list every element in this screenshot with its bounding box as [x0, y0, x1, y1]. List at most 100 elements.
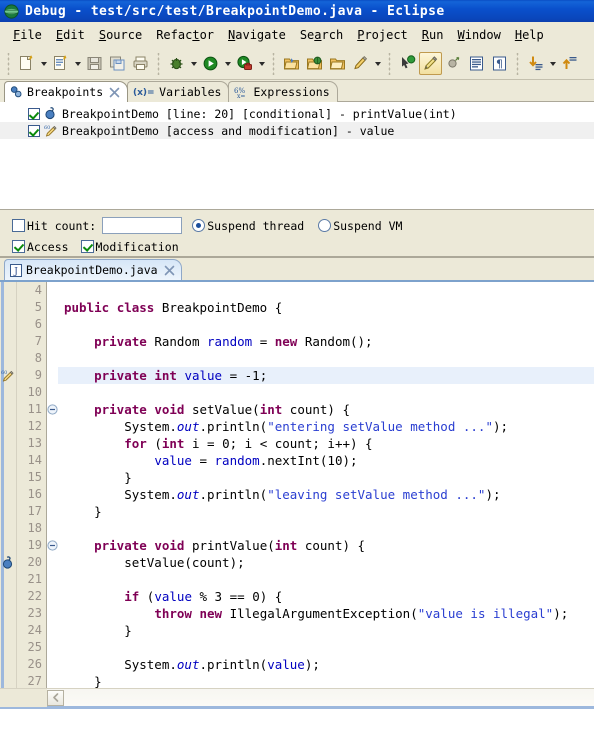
code-line[interactable]: } [58, 469, 594, 486]
tab-variables[interactable]: (x)= Variables [127, 81, 230, 102]
code-line[interactable]: private void setValue(int count) { [58, 401, 594, 418]
run-button[interactable] [199, 52, 222, 75]
watchpoint-icon[interactable]: 60 [0, 367, 16, 384]
search-dropdown[interactable] [372, 52, 383, 75]
code-line[interactable]: } [58, 503, 594, 520]
breakpoint-enabled-checkbox[interactable] [28, 124, 40, 137]
code-line[interactable]: System.out.println("leaving setValue met… [58, 486, 594, 503]
menu-item-help[interactable]: Help [508, 26, 551, 44]
toggle-mark-occurrences-button[interactable] [419, 52, 442, 75]
next-annotation-button[interactable] [396, 52, 419, 75]
code-line[interactable]: public class BreakpointDemo { [58, 299, 594, 316]
code-line[interactable] [58, 384, 594, 401]
code-line[interactable] [58, 639, 594, 656]
code-line[interactable] [58, 282, 594, 299]
menu-item-project[interactable]: Project [350, 26, 415, 44]
breakpoint-row[interactable]: BreakpointDemo [line: 20] [conditional] … [0, 105, 594, 122]
access-checkbox[interactable] [12, 240, 25, 253]
toolbar-separator [385, 52, 394, 75]
line-number: 9 [34, 368, 42, 382]
close-icon[interactable] [109, 87, 120, 98]
new-java-class-dropdown[interactable] [72, 52, 83, 75]
code-line[interactable]: private int value = -1; [58, 367, 594, 384]
new-java-class-button[interactable] [49, 52, 72, 75]
menu-item-run[interactable]: Run [415, 26, 451, 44]
code-token: = -1; [222, 368, 268, 383]
editor-horizontal-scrollbar[interactable] [0, 688, 594, 707]
editor-marker-bar[interactable]: 60 [0, 282, 17, 688]
hit-count-checkbox[interactable] [12, 219, 25, 232]
breakpoint-row[interactable]: 60 BreakpointDemo [access and modificati… [0, 122, 594, 139]
run-external-tools-button[interactable] [233, 52, 256, 75]
modification-checkbox[interactable] [80, 240, 94, 253]
menu-item-source[interactable]: Source [92, 26, 149, 44]
hit-count-input[interactable] [102, 217, 183, 234]
new-java-file-dropdown[interactable] [38, 52, 49, 75]
new-java-project-button[interactable] [280, 52, 303, 75]
code-line[interactable]: } [58, 673, 594, 688]
code-line[interactable]: private void printValue(int count) { [58, 537, 594, 554]
open-type-button[interactable] [303, 52, 326, 75]
run-external-tools-dropdown[interactable] [256, 52, 267, 75]
debug-dropdown[interactable] [188, 52, 199, 75]
scrollbar-track[interactable] [64, 689, 594, 707]
menu-item-refactor[interactable]: Refactor [149, 26, 221, 44]
menu-item-search[interactable]: Search [293, 26, 350, 44]
access-modification-row: Access Modification [12, 236, 594, 257]
menu-item-navigate[interactable]: Navigate [221, 26, 293, 44]
suspend-thread-radio[interactable] [192, 219, 206, 232]
open-resource-button[interactable] [326, 52, 349, 75]
step-over-button[interactable] [558, 52, 581, 75]
line-number: 17 [27, 504, 42, 518]
show-whitespace-button[interactable] [465, 52, 488, 75]
save-all-button[interactable] [106, 52, 129, 75]
code-line[interactable] [58, 316, 594, 333]
code-token: setValue(count); [64, 555, 245, 570]
save-button[interactable] [83, 52, 106, 75]
fold-collapse-icon[interactable] [47, 537, 58, 554]
suspend-vm-radio[interactable] [318, 219, 332, 232]
run-dropdown[interactable] [222, 52, 233, 75]
code-line[interactable]: System.out.println(value); [58, 656, 594, 673]
code-line[interactable]: if (value % 3 == 0) { [58, 588, 594, 605]
code-line[interactable] [58, 350, 594, 367]
search-button[interactable] [349, 52, 372, 75]
code-line[interactable] [58, 571, 594, 588]
code-editor[interactable]: 60 4 5 6 7 8 9 10 11 12 13 14 15 16 17 18 19 20 21 22 23 24 2… [0, 282, 594, 688]
print-button[interactable] [129, 52, 152, 75]
menu-item-edit[interactable]: Edit [49, 26, 92, 44]
step-into-button[interactable] [524, 52, 547, 75]
scroll-left-button[interactable] [47, 689, 64, 706]
code-line[interactable]: throw new IllegalArgumentException("valu… [58, 605, 594, 622]
hit-count-label: Hit count: [27, 218, 97, 233]
code-token: random [214, 453, 260, 468]
code-line[interactable]: private Random random = new Random(); [58, 333, 594, 350]
editor-source-text[interactable]: public class BreakpointDemo { private Ra… [58, 282, 594, 688]
tab-breakpointdemo-java[interactable]: J BreakpointDemo.java [4, 259, 182, 280]
menu-item-window[interactable]: Window [450, 26, 507, 44]
tab-breakpoints[interactable]: Breakpoints [4, 81, 129, 102]
code-line[interactable]: setValue(count); [58, 554, 594, 571]
code-line[interactable]: } [58, 622, 594, 639]
code-line[interactable]: for (int i = 0; i < count; i++) { [58, 435, 594, 452]
breakpoint-enabled-checkbox[interactable] [28, 107, 40, 120]
code-line[interactable]: value = random.nextInt(10); [58, 452, 594, 469]
editor-folding-ruler[interactable] [47, 282, 58, 688]
code-line[interactable] [58, 520, 594, 537]
toggle-block-selection-button[interactable]: ¶ [488, 52, 511, 75]
tab-expressions-label: Expressions [253, 85, 330, 99]
new-java-file-button[interactable] [15, 52, 38, 75]
conditional-breakpoint-icon[interactable] [0, 554, 16, 571]
tab-expressions[interactable]: 6% x= Expressions [228, 81, 338, 102]
line-number: 12 [27, 419, 42, 433]
step-into-dropdown[interactable] [547, 52, 558, 75]
code-token: value [154, 589, 192, 604]
code-token: int [154, 368, 177, 383]
fold-collapse-icon[interactable] [47, 401, 58, 418]
breakpoints-list[interactable]: BreakpointDemo [line: 20] [conditional] … [0, 102, 594, 210]
close-icon[interactable] [164, 265, 175, 276]
menu-item-file[interactable]: File [6, 26, 49, 44]
code-line[interactable]: System.out.println("entering setValue me… [58, 418, 594, 435]
debug-button[interactable] [165, 52, 188, 75]
previous-annotation-button[interactable] [442, 52, 465, 75]
